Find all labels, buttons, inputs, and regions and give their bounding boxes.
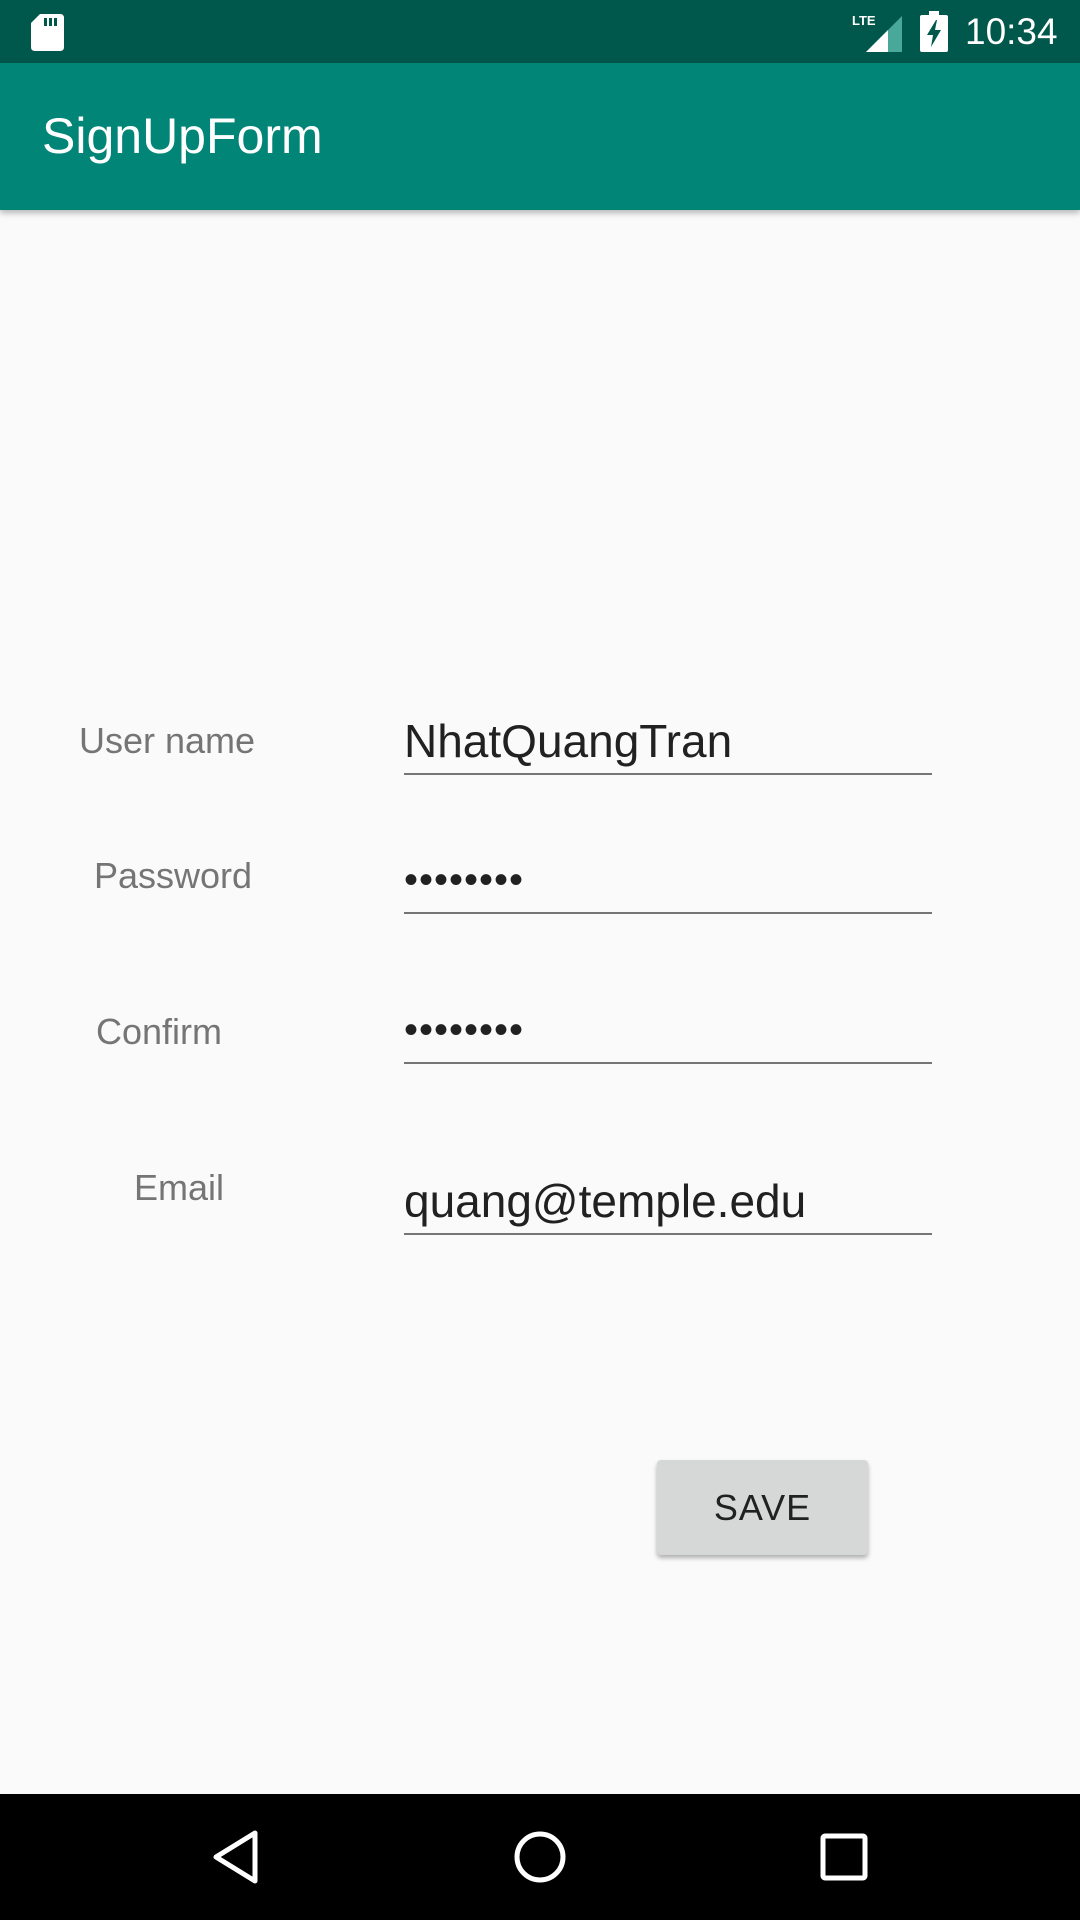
nav-bar (0, 1794, 1080, 1920)
home-icon[interactable] (507, 1824, 573, 1890)
confirm-label: Confirm (95, 1011, 223, 1052)
username-field[interactable]: NhatQuangTran (404, 709, 932, 775)
status-bar: LTE 10:34 (0, 0, 1080, 63)
app-title: SignUpForm (42, 108, 323, 164)
screen: LTE 10:34 SignUpForm User name NhatQuang… (0, 0, 1080, 1920)
lte-signal-icon: LTE (852, 13, 902, 52)
save-button[interactable]: SAVE (657, 1460, 868, 1555)
recents-icon[interactable] (811, 1824, 877, 1890)
sd-card-icon (31, 14, 64, 51)
password-field[interactable]: •••••••• (404, 848, 932, 914)
clock: 10:34 (965, 11, 1058, 52)
email-field[interactable]: quang@temple.edu (404, 1169, 932, 1235)
password-label: Password (93, 855, 253, 896)
back-icon[interactable] (203, 1824, 269, 1890)
email-label: Email (133, 1167, 225, 1208)
battery-charging-icon (920, 11, 948, 52)
app-bar: SignUpForm (0, 63, 1080, 210)
username-label: User name (78, 720, 256, 761)
confirm-password-field[interactable]: •••••••• (404, 998, 932, 1064)
svg-text:LTE: LTE (852, 13, 876, 28)
